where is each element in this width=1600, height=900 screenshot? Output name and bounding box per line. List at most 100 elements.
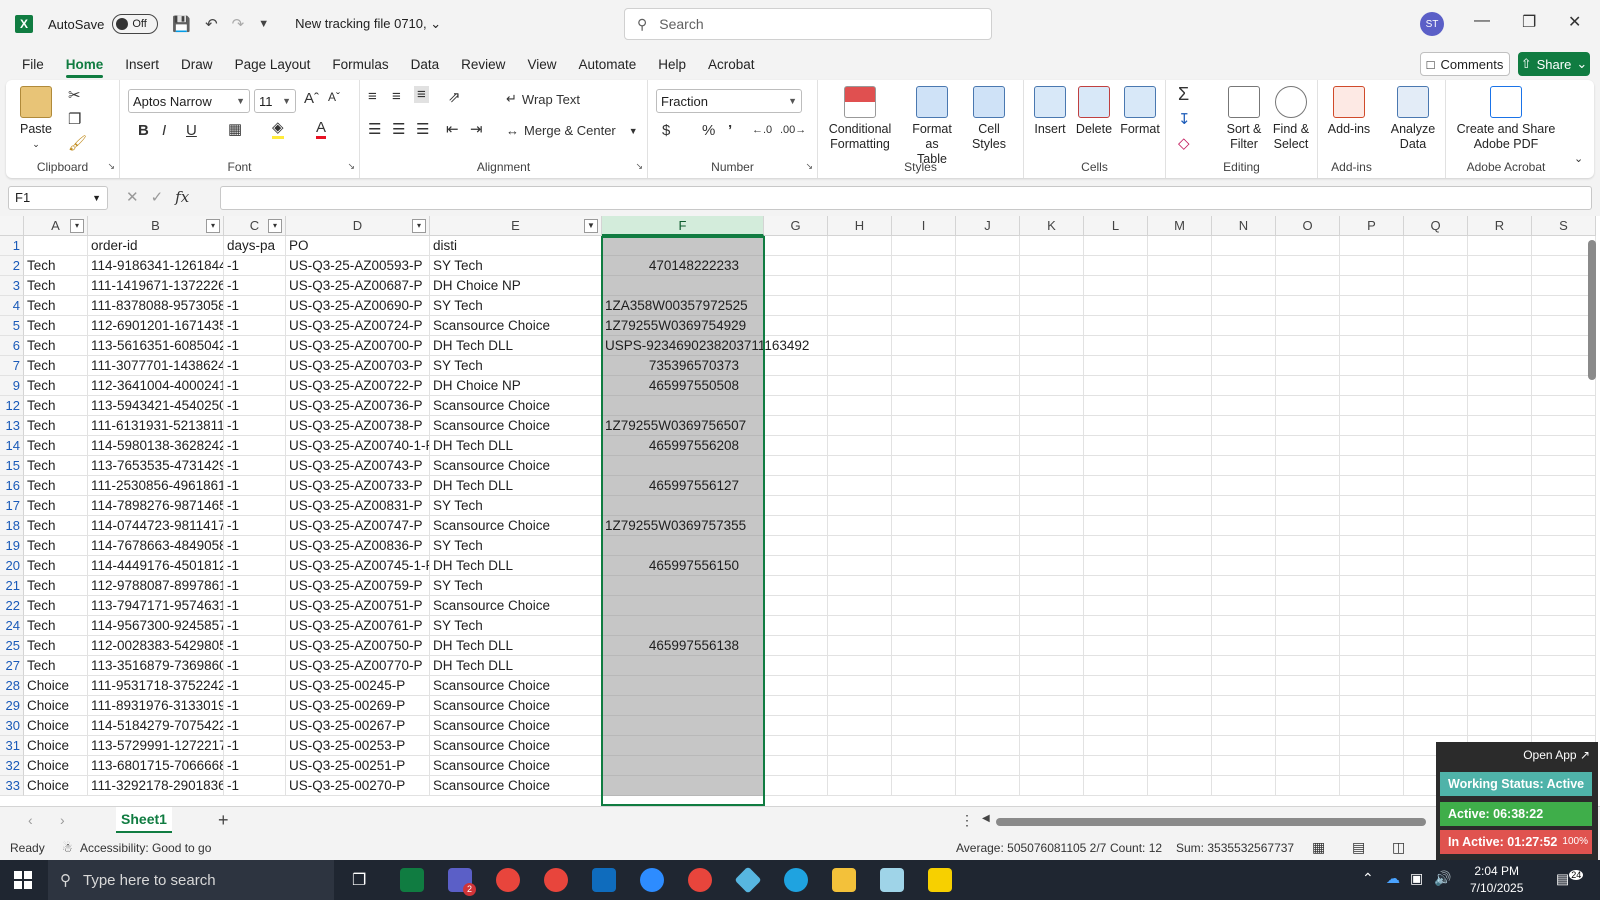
cell-c[interactable]: -1 bbox=[224, 736, 286, 756]
tab-insert[interactable]: Insert bbox=[114, 48, 170, 80]
empty-cell[interactable] bbox=[764, 476, 828, 496]
empty-cell[interactable] bbox=[1148, 476, 1212, 496]
row-header[interactable]: 12 bbox=[0, 396, 24, 416]
empty-cell[interactable] bbox=[892, 436, 956, 456]
empty-cell[interactable] bbox=[764, 316, 828, 336]
more-options-icon[interactable]: ⋮ bbox=[960, 812, 974, 829]
empty-cell[interactable] bbox=[1532, 576, 1596, 596]
empty-cell[interactable] bbox=[764, 376, 828, 396]
cell-b[interactable]: 112-3641004-4000241 bbox=[88, 376, 224, 396]
underline-icon[interactable]: U bbox=[186, 122, 197, 139]
empty-cell[interactable] bbox=[828, 456, 892, 476]
cell-a[interactable]: Tech bbox=[24, 456, 88, 476]
empty-cell[interactable] bbox=[1212, 516, 1276, 536]
column-header-h[interactable]: H bbox=[828, 216, 892, 236]
user-avatar[interactable]: ST bbox=[1420, 12, 1444, 36]
insert-function-icon[interactable]: fx bbox=[175, 188, 189, 206]
empty-cell[interactable] bbox=[1020, 536, 1084, 556]
italic-icon[interactable]: I bbox=[162, 122, 166, 139]
empty-cell[interactable] bbox=[1532, 236, 1596, 256]
empty-cell[interactable] bbox=[1532, 696, 1596, 716]
filter-active-icon[interactable]: ▼ bbox=[584, 219, 598, 233]
cell-a[interactable]: Choice bbox=[24, 696, 88, 716]
column-header-i[interactable]: I bbox=[892, 216, 956, 236]
cell-c[interactable]: -1 bbox=[224, 476, 286, 496]
empty-cell[interactable] bbox=[764, 576, 828, 596]
cell-c[interactable]: -1 bbox=[224, 516, 286, 536]
empty-cell[interactable] bbox=[1276, 396, 1340, 416]
cell-e[interactable]: Scansource Choice bbox=[430, 676, 602, 696]
undo-icon[interactable]: ↶ bbox=[205, 15, 218, 33]
cell-c[interactable]: -1 bbox=[224, 716, 286, 736]
cell-e[interactable]: Scansource Choice bbox=[430, 776, 602, 796]
empty-cell[interactable] bbox=[1020, 236, 1084, 256]
empty-cell[interactable] bbox=[828, 676, 892, 696]
task-view-icon[interactable]: ❐ bbox=[352, 870, 366, 890]
empty-cell[interactable] bbox=[892, 716, 956, 736]
empty-cell[interactable] bbox=[1340, 336, 1404, 356]
empty-cell[interactable] bbox=[1340, 456, 1404, 476]
empty-cell[interactable] bbox=[1468, 456, 1532, 476]
header-cell-b[interactable]: order-id bbox=[88, 236, 224, 256]
cell-d[interactable]: US-Q3-25-AZ00736-P bbox=[286, 396, 430, 416]
empty-cell[interactable] bbox=[828, 276, 892, 296]
empty-cell[interactable] bbox=[1212, 536, 1276, 556]
empty-cell[interactable] bbox=[764, 556, 828, 576]
cell-b[interactable]: 111-8931976-3133019 bbox=[88, 696, 224, 716]
align-left-icon[interactable]: ☰ bbox=[368, 120, 381, 138]
tab-help[interactable]: Help bbox=[647, 48, 697, 80]
empty-cell[interactable] bbox=[1212, 336, 1276, 356]
autosum-icon[interactable]: Σ bbox=[1178, 84, 1189, 105]
cell-e[interactable]: DH Tech DLL bbox=[430, 436, 602, 456]
empty-cell[interactable] bbox=[1276, 476, 1340, 496]
cell-a[interactable]: Tech bbox=[24, 256, 88, 276]
empty-cell[interactable] bbox=[1468, 256, 1532, 276]
empty-cell[interactable] bbox=[1404, 656, 1468, 676]
name-box[interactable]: F1 ▼ bbox=[8, 186, 108, 210]
empty-cell[interactable] bbox=[1148, 716, 1212, 736]
insert-cells-button[interactable]: Insert bbox=[1030, 86, 1070, 137]
empty-cell[interactable] bbox=[1084, 256, 1148, 276]
cell-a[interactable]: Tech bbox=[24, 396, 88, 416]
cell-d[interactable]: US-Q3-25-00245-P bbox=[286, 676, 430, 696]
cell-e[interactable]: Scansource Choice bbox=[430, 696, 602, 716]
empty-cell[interactable] bbox=[1276, 296, 1340, 316]
row-header[interactable]: 14 bbox=[0, 436, 24, 456]
row-header[interactable]: 25 bbox=[0, 636, 24, 656]
empty-cell[interactable] bbox=[1340, 736, 1404, 756]
add-ins-button[interactable]: Add-ins bbox=[1326, 86, 1372, 137]
cell-a[interactable]: Choice bbox=[24, 716, 88, 736]
cell-c[interactable]: -1 bbox=[224, 376, 286, 396]
tab-draw[interactable]: Draw bbox=[170, 48, 224, 80]
cell-d[interactable]: US-Q3-25-00269-P bbox=[286, 696, 430, 716]
empty-cell[interactable] bbox=[1148, 496, 1212, 516]
vertical-scrollbar[interactable] bbox=[1588, 240, 1596, 380]
empty-cell[interactable] bbox=[1468, 476, 1532, 496]
header-cell-c[interactable]: days-pa bbox=[224, 236, 286, 256]
empty-cell[interactable] bbox=[892, 736, 956, 756]
empty-cell[interactable] bbox=[1148, 316, 1212, 336]
empty-cell[interactable] bbox=[1212, 496, 1276, 516]
cut-icon[interactable]: ✂ bbox=[68, 86, 81, 104]
empty-cell[interactable] bbox=[1020, 676, 1084, 696]
save-icon[interactable]: 💾 bbox=[172, 15, 191, 33]
redo-icon[interactable]: ↷ bbox=[232, 15, 245, 33]
empty-cell[interactable] bbox=[1532, 276, 1596, 296]
empty-cell[interactable] bbox=[828, 356, 892, 376]
empty-cell[interactable] bbox=[1212, 596, 1276, 616]
cell-a[interactable]: Tech bbox=[24, 576, 88, 596]
empty-cell[interactable] bbox=[1020, 416, 1084, 436]
cell-d[interactable]: US-Q3-25-00251-P bbox=[286, 756, 430, 776]
empty-cell[interactable] bbox=[1404, 556, 1468, 576]
empty-cell[interactable] bbox=[1084, 656, 1148, 676]
empty-cell[interactable] bbox=[1340, 356, 1404, 376]
select-all-corner[interactable] bbox=[0, 216, 24, 236]
cell-a[interactable]: Tech bbox=[24, 376, 88, 396]
cell-c[interactable]: -1 bbox=[224, 316, 286, 336]
cell-d[interactable]: US-Q3-25-AZ00759-P bbox=[286, 576, 430, 596]
empty-cell[interactable] bbox=[1468, 496, 1532, 516]
empty-cell[interactable] bbox=[828, 616, 892, 636]
empty-cell[interactable] bbox=[1148, 436, 1212, 456]
empty-cell[interactable] bbox=[892, 476, 956, 496]
cell-c[interactable]: -1 bbox=[224, 396, 286, 416]
